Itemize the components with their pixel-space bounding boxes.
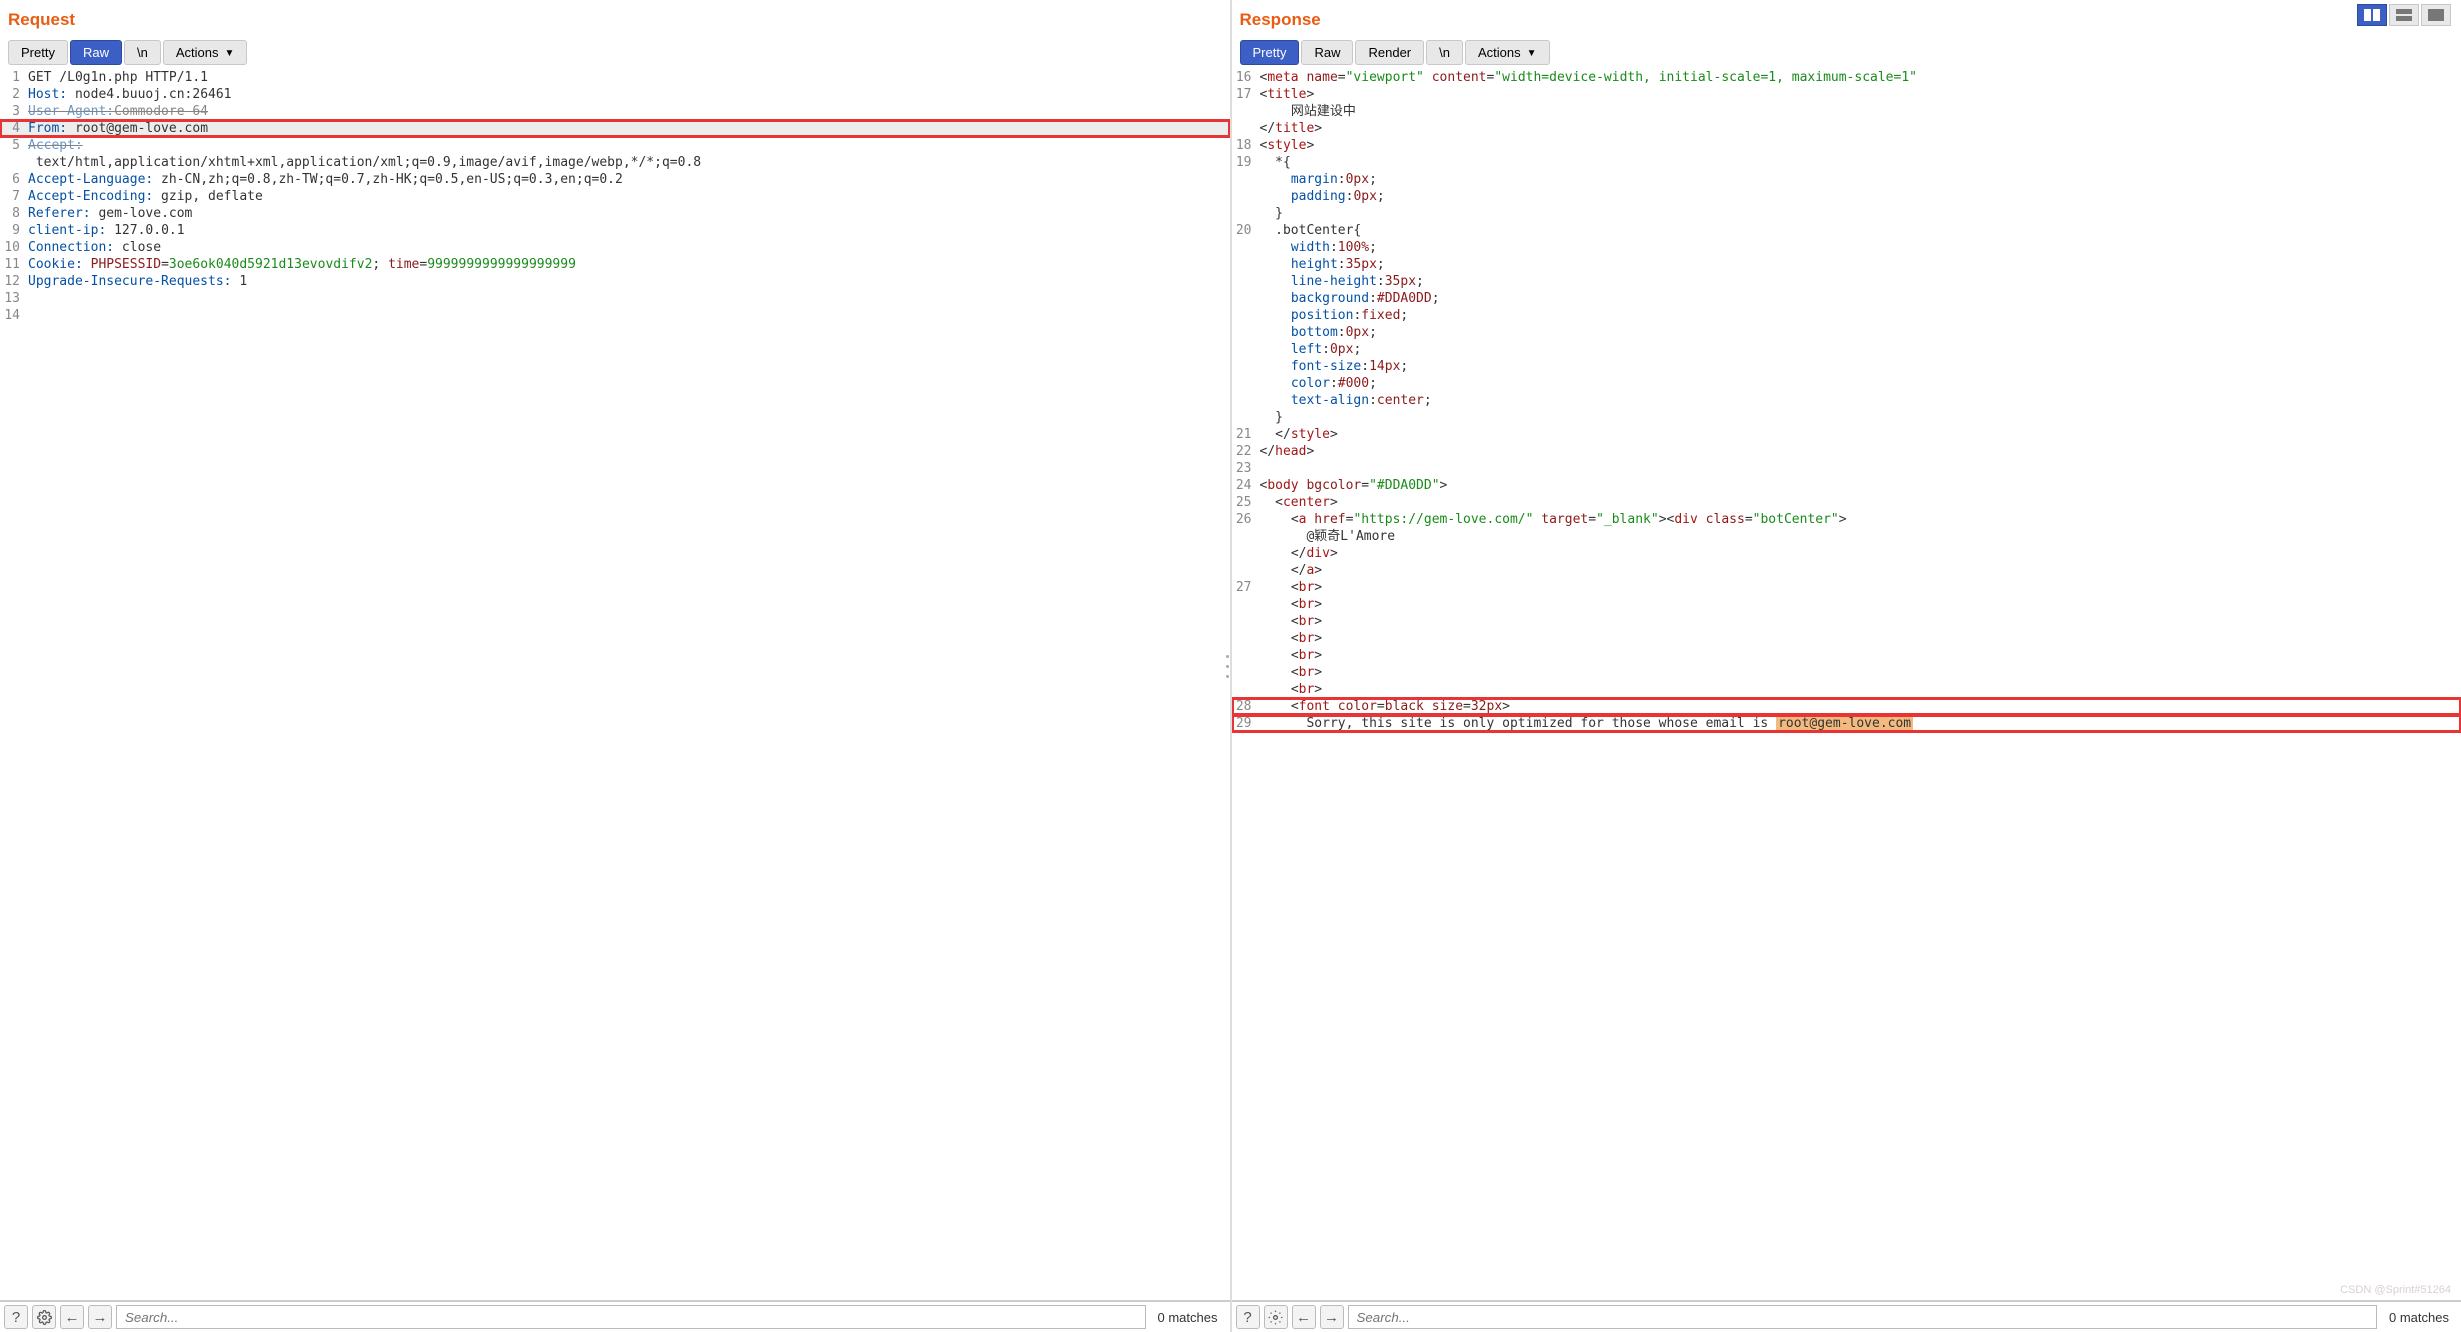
code-line: 27 <br> <br> <br> <br> <br> <br> <br> (1232, 579, 2461, 698)
next-arrow-icon[interactable]: → (1320, 1305, 1344, 1329)
code-line: 17<title> 网站建设中</title> (1232, 86, 2461, 137)
tab-pretty[interactable]: Pretty (1240, 40, 1300, 65)
code-line: 25 <center> (1232, 494, 2461, 511)
code-line: 3User-Agent:Commodore 64 (0, 103, 1230, 120)
actions-label: Actions (176, 45, 219, 60)
code-line: 16<meta name="viewport" content="width=d… (1232, 69, 2461, 86)
code-line: 14 (0, 307, 1230, 324)
response-code[interactable]: 16<meta name="viewport" content="width=d… (1232, 67, 2461, 1300)
code-line: 4From: root@gem-love.com (0, 120, 1230, 137)
response-title: Response (1232, 0, 2461, 36)
tab-newline[interactable]: \n (124, 40, 161, 65)
code-line: 10Connection: close (0, 239, 1230, 256)
request-code[interactable]: 1GET /L0g1n.php HTTP/1.12Host: node4.buu… (0, 67, 1230, 1300)
view-single-icon[interactable] (2421, 4, 2451, 26)
search-input[interactable] (1348, 1305, 2378, 1329)
request-panel: Request Pretty Raw \n Actions ▼ 1GET /L0g… (0, 0, 1230, 1332)
response-toolbar: Pretty Raw Render \n Actions ▼ (1232, 36, 2461, 67)
code-line: 11Cookie: PHPSESSID=3oe6ok040d5921d13evo… (0, 256, 1230, 273)
tab-actions[interactable]: Actions ▼ (1465, 40, 1550, 65)
prev-arrow-icon[interactable]: ← (60, 1305, 84, 1329)
request-title: Request (0, 0, 1230, 36)
tab-pretty[interactable]: Pretty (8, 40, 68, 65)
help-icon[interactable]: ? (4, 1305, 28, 1329)
prev-arrow-icon[interactable]: ← (1292, 1305, 1316, 1329)
code-line: 23 (1232, 460, 2461, 477)
view-columns-icon[interactable] (2357, 4, 2387, 26)
code-line: 13 (0, 290, 1230, 307)
request-footer: ? ← → 0 matches (0, 1300, 1230, 1332)
code-line: 18<style> (1232, 137, 2461, 154)
code-line: 6Accept-Language: zh-CN,zh;q=0.8,zh-TW;q… (0, 171, 1230, 188)
code-line: 12Upgrade-Insecure-Requests: 1 (0, 273, 1230, 290)
tab-newline[interactable]: \n (1426, 40, 1463, 65)
chevron-down-icon: ▼ (224, 48, 234, 59)
match-count: 0 matches (1150, 1310, 1226, 1325)
code-line: 9client-ip: 127.0.0.1 (0, 222, 1230, 239)
request-toolbar: Pretty Raw \n Actions ▼ (0, 36, 1230, 67)
search-input[interactable] (116, 1305, 1146, 1329)
code-line: 28 <font color=black size=32px> (1232, 698, 2461, 715)
code-line: 29 Sorry, this site is only optimized fo… (1232, 715, 2461, 732)
next-arrow-icon[interactable]: → (88, 1305, 112, 1329)
code-line: 21 </style> (1232, 426, 2461, 443)
response-footer: ? ← → 0 matches (1232, 1300, 2461, 1332)
code-line: 26 <a href="https://gem-love.com/" targe… (1232, 511, 2461, 579)
code-line: 7Accept-Encoding: gzip, deflate (0, 188, 1230, 205)
tab-raw[interactable]: Raw (1301, 40, 1353, 65)
view-rows-icon[interactable] (2389, 4, 2419, 26)
response-panel: Response Pretty Raw Render \n Actions ▼ 1… (1230, 0, 2461, 1332)
tab-raw[interactable]: Raw (70, 40, 122, 65)
help-icon[interactable]: ? (1236, 1305, 1260, 1329)
splitter-handle[interactable] (1224, 651, 1232, 681)
code-line: 2Host: node4.buuoj.cn:26461 (0, 86, 1230, 103)
code-line: 19 *{ margin:0px; padding:0px; } (1232, 154, 2461, 222)
code-line: 24<body bgcolor="#DDA0DD"> (1232, 477, 2461, 494)
code-line: 8Referer: gem-love.com (0, 205, 1230, 222)
tab-actions[interactable]: Actions ▼ (163, 40, 248, 65)
code-line: 5Accept: text/html,application/xhtml+xml… (0, 137, 1230, 171)
tab-render[interactable]: Render (1355, 40, 1424, 65)
view-mode-controls (2357, 4, 2451, 26)
actions-label: Actions (1478, 45, 1521, 60)
match-count: 0 matches (2381, 1310, 2457, 1325)
code-line: 22</head> (1232, 443, 2461, 460)
code-line: 1GET /L0g1n.php HTTP/1.1 (0, 69, 1230, 86)
chevron-down-icon: ▼ (1527, 48, 1537, 59)
code-line: 20 .botCenter{ width:100%; height:35px; … (1232, 222, 2461, 426)
gear-icon[interactable] (32, 1305, 56, 1329)
gear-icon[interactable] (1264, 1305, 1288, 1329)
